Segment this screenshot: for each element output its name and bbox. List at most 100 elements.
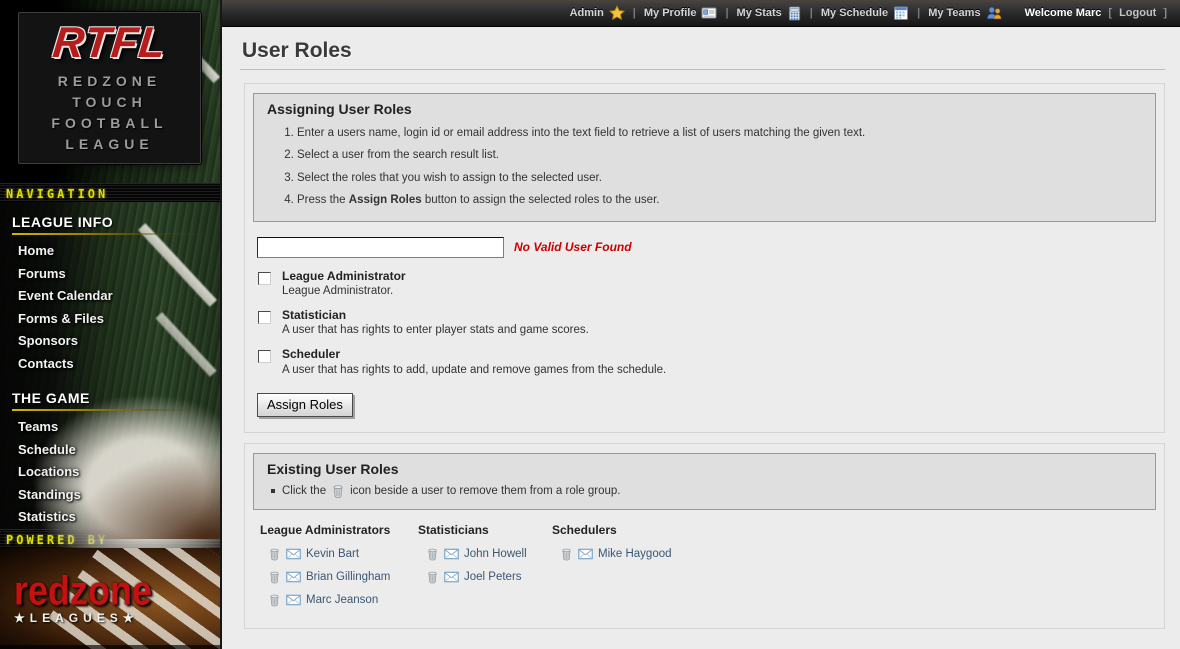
group-statisticians: Statisticians John Howell Joel Peters xyxy=(418,523,552,615)
role-description: A user that has rights to enter player s… xyxy=(282,324,589,336)
assigning-step: Select a user from the search result lis… xyxy=(297,148,1142,162)
star-icon xyxy=(609,5,625,21)
page-content: User Roles Assigning User Roles Enter a … xyxy=(222,27,1180,649)
sidebar-item-sponsors[interactable]: Sponsors xyxy=(12,330,220,353)
nav-separator: | xyxy=(633,7,636,19)
search-error-message: No Valid User Found xyxy=(514,240,632,254)
role-name: Scheduler xyxy=(282,347,666,361)
section-underline xyxy=(12,233,210,235)
rtfl-logo-acronym: RTFL xyxy=(51,22,169,65)
title-divider xyxy=(240,69,1165,70)
remove-user-bin-icon[interactable] xyxy=(268,547,281,561)
remove-user-bin-icon[interactable] xyxy=(426,570,439,584)
assigning-step: Select the roles that you wish to assign… xyxy=(297,171,1142,185)
logout-bracket: ] xyxy=(1163,7,1167,19)
remove-user-bin-icon[interactable] xyxy=(426,547,439,561)
statistician-checkbox[interactable] xyxy=(258,311,271,324)
remove-user-bin-icon[interactable] xyxy=(268,570,281,584)
page-title: User Roles xyxy=(242,39,1165,63)
rtfl-logo-line: LEAGUE xyxy=(65,134,153,155)
email-icon[interactable] xyxy=(286,594,301,606)
sidebar-logo-area: RTFL REDZONE TOUCH FOOTBALL LEAGUE xyxy=(0,0,220,183)
nav-separator: | xyxy=(810,7,813,19)
sidebar-item-home[interactable]: Home xyxy=(12,240,220,263)
scheduler-checkbox[interactable] xyxy=(258,350,271,363)
user-row: Kevin Bart xyxy=(268,546,418,562)
assigning-steps: Enter a users name, login id or email ad… xyxy=(267,126,1142,208)
assigning-instructions-box: Assigning User Roles Enter a users name,… xyxy=(253,93,1156,222)
user-row: Marc Jeanson xyxy=(268,592,418,608)
rtfl-logo-line: REDZONE xyxy=(58,71,161,92)
sidebar: RTFL REDZONE TOUCH FOOTBALL LEAGUE NAVIG… xyxy=(0,0,220,649)
assigning-step: Enter a users name, login id or email ad… xyxy=(297,126,1142,140)
role-option-league-administrator: League Administrator League Administrato… xyxy=(258,269,1156,297)
sidebar-item-teams[interactable]: Teams xyxy=(12,416,220,439)
sidebar-section-the-game: THE GAME xyxy=(12,388,220,414)
sidebar-item-statistics[interactable]: Statistics xyxy=(12,506,220,529)
group-title: Schedulers xyxy=(552,523,710,537)
redzone-leagues-logo[interactable]: redzone ★LEAGUES★ xyxy=(0,548,220,649)
league-administrator-checkbox[interactable] xyxy=(258,272,271,285)
existing-heading: Existing User Roles xyxy=(267,461,1142,477)
user-link[interactable]: Kevin Bart xyxy=(306,548,359,560)
main-area: Admin | My Profile | My Stats | My Sched… xyxy=(220,0,1180,649)
user-link[interactable]: Brian Gillingham xyxy=(306,571,390,583)
group-league-administrators: League Administrators Kevin Bart Brian G… xyxy=(260,523,418,615)
role-groups: League Administrators Kevin Bart Brian G… xyxy=(260,523,1156,615)
nav-my-schedule[interactable]: My Schedule xyxy=(821,5,909,21)
nav-separator: | xyxy=(725,7,728,19)
sidebar-item-contacts[interactable]: Contacts xyxy=(12,353,220,376)
top-navigation-bar: Admin | My Profile | My Stats | My Sched… xyxy=(222,0,1180,27)
logout-bracket: [ xyxy=(1108,7,1112,19)
sidebar-item-forums[interactable]: Forums xyxy=(12,263,220,286)
sidebar-item-event-calendar[interactable]: Event Calendar xyxy=(12,285,220,308)
sidebar-section-league-info: LEAGUE INFO xyxy=(12,212,220,238)
rtfl-logo-line: TOUCH xyxy=(72,92,147,113)
nav-separator: | xyxy=(917,7,920,19)
user-link[interactable]: Joel Peters xyxy=(464,571,522,583)
sidebar-item-standings[interactable]: Standings xyxy=(12,484,220,507)
calculator-icon xyxy=(787,6,802,21)
user-row: Brian Gillingham xyxy=(268,569,418,585)
remove-user-bin-icon[interactable] xyxy=(268,593,281,607)
email-icon[interactable] xyxy=(444,571,459,583)
group-title: League Administrators xyxy=(260,523,418,537)
group-icon xyxy=(986,5,1002,21)
assigning-heading: Assigning User Roles xyxy=(267,101,1142,117)
sidebar-item-locations[interactable]: Locations xyxy=(12,461,220,484)
nav-my-teams[interactable]: My Teams xyxy=(928,5,1001,21)
email-icon[interactable] xyxy=(286,548,301,560)
powered-by-header: POWERED BY xyxy=(0,529,220,548)
section-underline xyxy=(12,409,210,411)
redzone-logo-subtext: ★LEAGUES★ xyxy=(14,611,220,625)
sidebar-item-forms-files[interactable]: Forms & Files xyxy=(12,308,220,331)
user-search-input[interactable] xyxy=(257,237,504,258)
bullet-marker xyxy=(271,489,275,493)
role-name: League Administrator xyxy=(282,269,406,283)
sidebar-item-schedule[interactable]: Schedule xyxy=(12,439,220,462)
nav-my-stats[interactable]: My Stats xyxy=(737,6,802,21)
email-icon[interactable] xyxy=(444,548,459,560)
assigning-user-roles-panel: Assigning User Roles Enter a users name,… xyxy=(244,83,1165,433)
assign-roles-button[interactable]: Assign Roles xyxy=(257,393,353,417)
group-schedulers: Schedulers Mike Haygood xyxy=(552,523,710,615)
user-link[interactable]: Marc Jeanson xyxy=(306,594,378,606)
email-icon[interactable] xyxy=(286,571,301,583)
nav-admin[interactable]: Admin xyxy=(570,5,625,21)
sidebar-menu: LEAGUE INFO Home Forums Event Calendar F… xyxy=(0,202,220,529)
assigning-step: Press the Assign Roles button to assign … xyxy=(297,193,1142,207)
rtfl-logo[interactable]: RTFL REDZONE TOUCH FOOTBALL LEAGUE xyxy=(18,12,201,164)
nav-my-profile[interactable]: My Profile xyxy=(644,5,718,21)
vcard-icon xyxy=(701,5,717,21)
email-icon[interactable] xyxy=(578,548,593,560)
user-link[interactable]: John Howell xyxy=(464,548,527,560)
welcome-message: Welcome Marc xyxy=(1025,7,1102,19)
calendar-icon xyxy=(893,5,909,21)
role-option-scheduler: Scheduler A user that has rights to add,… xyxy=(258,347,1156,375)
remove-user-bin-icon[interactable] xyxy=(560,547,573,561)
logout-link[interactable]: Logout xyxy=(1119,7,1156,19)
redzone-logo-text: redzone xyxy=(14,572,220,610)
user-row: Joel Peters xyxy=(426,569,552,585)
rtfl-logo-line: FOOTBALL xyxy=(51,113,167,134)
user-link[interactable]: Mike Haygood xyxy=(598,548,672,560)
